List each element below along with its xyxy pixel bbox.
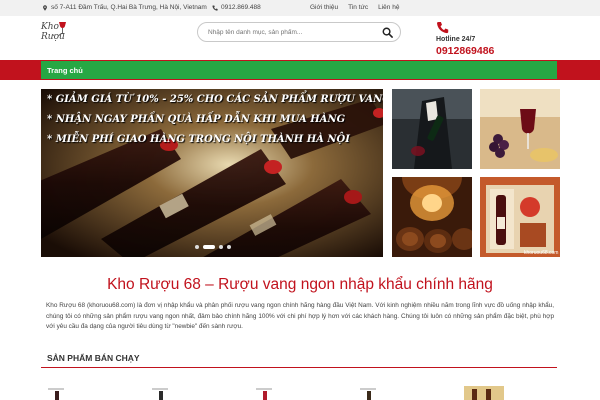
thumb-wine-cellar-barrels[interactable]: [392, 177, 472, 257]
site-logo[interactable]: Kho Rượu: [41, 21, 69, 47]
waiter-pouring-wine-image: [392, 89, 472, 169]
phone-number: 0912.869.488: [221, 4, 261, 11]
link-gioi-thieu[interactable]: Giới thiệu: [310, 4, 338, 11]
search-box: [197, 22, 401, 42]
slider-dots: [195, 245, 231, 249]
promo-line-1: * GIẢM GIÁ TỪ 10% - 25% CHO CÁC SẢN PHẨM…: [47, 94, 383, 105]
nav-home[interactable]: Trang chủ: [47, 66, 83, 75]
wine-glass-icon: [59, 22, 66, 34]
logo-line-1: Kho: [41, 22, 59, 32]
intro-paragraph: Kho Rượu 68 (khoruou68.com) là đơn vị nh…: [46, 302, 554, 330]
address-text: số 7-A11 Đầm Trấu, Q.Hai Bà Trưng, Hà Nộ…: [51, 4, 207, 11]
link-tin-tuc[interactable]: Tin tức: [348, 4, 368, 11]
page-title: Kho Rượu 68 – Rượu vang ngon nhập khẩu c…: [107, 276, 493, 293]
promo-line-2: * NHẬN NGAY PHẦN QUÀ HẤP DẪN KHI MUA HÀN…: [47, 114, 346, 125]
slider-dot-4[interactable]: [227, 245, 231, 249]
wine-gift-box-image: khoruou68.com: [480, 177, 560, 257]
product-bottle-4[interactable]: [360, 386, 380, 400]
bestsellers-header: SẢN PHẨM BÁN CHẠY: [41, 348, 557, 368]
thumb-watermark: khoruou68.com: [524, 250, 558, 256]
bestsellers-title: SẢN PHẨM BÁN CHẠY: [47, 353, 140, 363]
search-icon[interactable]: [382, 27, 393, 38]
link-lien-he[interactable]: Liên hệ: [378, 4, 399, 11]
hero-slider[interactable]: * GIẢM GIÁ TỪ 10% - 25% CHO CÁC SẢN PHẨM…: [41, 89, 383, 257]
thumb-wine-glass-with-grapes[interactable]: [480, 89, 560, 169]
phone-icon: [212, 4, 218, 11]
hotline-phone-icon: [437, 22, 449, 34]
top-links: Giới thiệu Tin tức Liên hệ: [310, 4, 399, 11]
nav-wrapper: Trang chủ: [0, 60, 600, 80]
slider-dot-1[interactable]: [195, 245, 199, 249]
wine-cellar-image: [392, 177, 472, 257]
top-bar: số 7-A11 Đầm Trấu, Q.Hai Bà Trưng, Hà Nộ…: [0, 0, 600, 16]
product-bottle-5[interactable]: [464, 386, 504, 400]
slider-dot-3[interactable]: [219, 245, 223, 249]
hotline-number: 0912869486: [436, 45, 495, 57]
thumb-wine-gift-box[interactable]: khoruou68.com: [480, 177, 560, 257]
main-nav: Trang chủ: [41, 61, 557, 79]
header: Kho Rượu Hotline 24/7 0912869486: [0, 16, 600, 60]
wine-glass-grapes-image: [480, 89, 560, 169]
product-bottle-1[interactable]: [48, 386, 68, 400]
thumb-waiter-pouring-wine[interactable]: [392, 89, 472, 169]
product-bottle-3[interactable]: [256, 386, 276, 400]
top-phone[interactable]: 0912.869.488: [212, 4, 261, 11]
search-input[interactable]: [208, 25, 378, 39]
product-bottle-2[interactable]: [152, 386, 172, 400]
location-pin-icon: [43, 4, 47, 11]
hotline-title: Hotline 24/7: [436, 36, 476, 43]
promo-line-3: * MIỄN PHÍ GIAO HÀNG TRONG NỘI THÀNH HÀ …: [47, 134, 350, 145]
address: số 7-A11 Đầm Trấu, Q.Hai Bà Trưng, Hà Nộ…: [42, 4, 207, 11]
slider-dot-2[interactable]: [203, 245, 215, 249]
